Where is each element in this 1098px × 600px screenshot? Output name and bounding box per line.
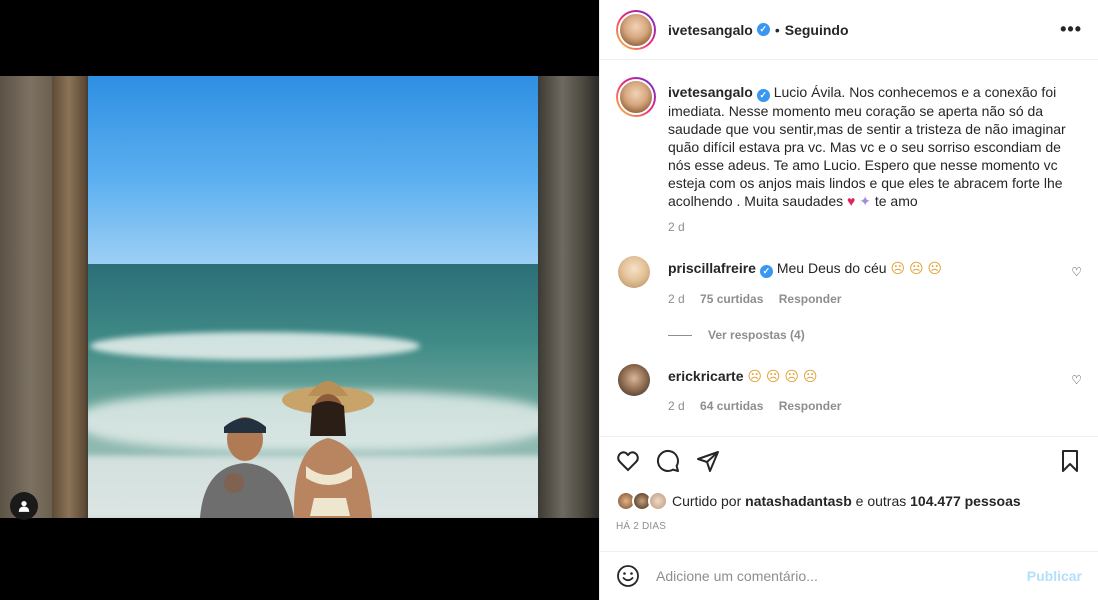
sad-emoji-icon: ☹ ☹ ☹ ☹: [747, 368, 818, 384]
comment-like-icon[interactable]: ♡: [1071, 373, 1082, 387]
person-woman: [282, 381, 374, 518]
comment-text: Meu Deus do céu: [776, 260, 887, 276]
comment-likes[interactable]: 75 curtidas: [700, 292, 763, 306]
caption: ivetesangalo ✓ Lucio Ávila. Nos conhecemo…: [616, 77, 1082, 234]
wooden-post-right: [538, 76, 599, 518]
comment-input[interactable]: Adicione um comentário...: [656, 568, 1027, 584]
comment-username[interactable]: priscillafreire: [668, 260, 756, 276]
bookmark-icon[interactable]: [1058, 449, 1082, 473]
comment-age[interactable]: 2 d: [668, 292, 685, 306]
avatar[interactable]: [618, 256, 650, 288]
comment-item: erickricarte ☹ ☹ ☹ ☹ 2 d 64 curtidas Res…: [616, 364, 1082, 413]
verified-icon: ✓: [759, 265, 773, 278]
post-media: [0, 0, 599, 600]
follow-button[interactable]: Seguindo: [785, 22, 849, 38]
reply-button[interactable]: Responder: [779, 399, 842, 413]
caption-username[interactable]: ivetesangalo: [668, 84, 753, 100]
comments-section: ivetesangalo ✓ Lucio Ávila. Nos conhecemo…: [600, 61, 1098, 436]
post-sidebar: ivetesangalo ✓ • Seguindo ••• ivetesanga…: [599, 0, 1098, 600]
comment-likes[interactable]: 64 curtidas: [700, 399, 763, 413]
share-icon[interactable]: [696, 449, 720, 473]
author-username[interactable]: ivetesangalo: [668, 22, 753, 38]
comment-age[interactable]: 2 d: [668, 399, 685, 413]
view-replies-button[interactable]: Ver respostas (4): [668, 328, 1082, 342]
post-timestamp[interactable]: HÁ 2 DIAS: [616, 521, 1082, 532]
add-comment-bar: Adicione um comentário... Publicar: [600, 551, 1098, 600]
caption-tail: te amo: [874, 193, 918, 209]
post-header: ivetesangalo ✓ • Seguindo •••: [600, 0, 1098, 60]
heart-icon[interactable]: [616, 449, 640, 473]
caption-age: 2 d: [668, 220, 685, 234]
reply-button[interactable]: Responder: [779, 292, 842, 306]
user-tag-icon[interactable]: [10, 492, 38, 520]
photo-sky: [80, 76, 550, 266]
sad-emoji-icon: ☹ ☹ ☹: [890, 260, 943, 276]
avatar[interactable]: [616, 77, 656, 117]
liked-by-user[interactable]: natashadantasb: [745, 493, 852, 509]
comment-icon[interactable]: [656, 449, 680, 473]
avatar[interactable]: [618, 364, 650, 396]
publish-button[interactable]: Publicar: [1027, 568, 1082, 584]
heart-emoji-icon: ♥: [847, 193, 856, 209]
verified-icon: ✓: [756, 89, 770, 102]
comment-like-icon[interactable]: ♡: [1071, 265, 1082, 279]
angel-emoji-icon: ✦: [859, 193, 871, 209]
comment-item: priscillafreire ✓ Meu Deus do céu ☹ ☹ ☹ 2…: [616, 256, 1082, 306]
smile-icon[interactable]: [616, 564, 640, 588]
comment-username[interactable]: erickricarte: [668, 368, 744, 384]
avatar[interactable]: [616, 9, 656, 50]
post-photo[interactable]: [0, 76, 599, 518]
likes-count[interactable]: 104.477 pessoas: [910, 493, 1021, 509]
caption-text: Lucio Ávila. Nos conhecemos e a conexão …: [668, 84, 1066, 209]
likes-summary: Curtido por natashadantasb e outras 104.…: [616, 491, 1082, 511]
verified-icon: ✓: [756, 23, 770, 36]
more-options-icon[interactable]: •••: [1060, 19, 1082, 40]
post-actions: Curtido por natashadantasb e outras 104.…: [600, 436, 1098, 532]
